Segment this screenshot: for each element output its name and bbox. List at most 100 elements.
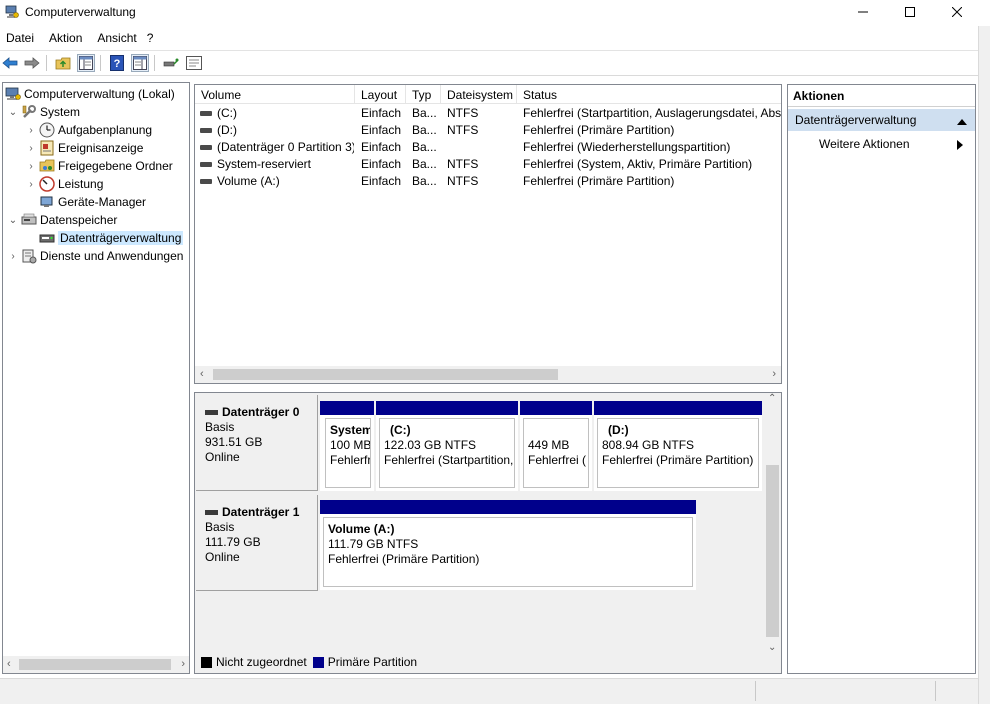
tree-item-leistung[interactable]: › Leistung [25,175,103,193]
connect-icon[interactable] [162,54,180,72]
partition-size: 100 MB [330,438,371,452]
cell-volume: Volume (A:) [217,174,280,188]
action-weitere-aktionen[interactable]: Weitere Aktionen [819,137,969,155]
chevron-right-icon[interactable]: › [25,143,37,154]
tree-horizontal-scrollbar[interactable]: ‹ › [3,656,189,673]
list-horizontal-scrollbar[interactable]: ‹ › [195,366,781,383]
legend: Nicht zugeordnet Primäre Partition [201,655,417,669]
disk-type: Basis [205,520,235,534]
table-row[interactable]: (D:) Einfach Ba... NTFS Fehlerfrei (Prim… [195,122,781,139]
partition-header [376,401,518,415]
tree-item-system[interactable]: ⌄ System [7,103,80,121]
partition-d[interactable]: (D:) 808.94 GB NTFS Fehlerfrei (Primäre … [594,401,762,491]
cell-layout: Einfach [361,106,402,120]
legend-swatch-primary [312,656,324,668]
services-icon [21,248,37,264]
scroll-right-icon[interactable]: › [181,658,185,670]
actions-title: Aktionen [788,85,975,107]
collapse-up-icon[interactable] [957,114,967,128]
table-row[interactable]: Volume (A:) Einfach Ba... NTFS Fehlerfre… [195,173,781,190]
scroll-up-icon[interactable]: ⌃ [768,393,776,404]
partition-a[interactable]: Volume (A:) 111.79 GB NTFS Fehlerfrei (P… [320,500,696,590]
menu-ansicht[interactable]: Ansicht [88,28,142,48]
tree-item-geraete-manager[interactable]: Geräte-Manager [25,193,146,211]
partition-name: Volume (A:) [328,522,395,536]
column-header-dateisystem[interactable]: Dateisystem [441,85,517,104]
partition-status: Fehlerfrei ( [528,453,587,467]
partition-recovery[interactable]: 449 MB Fehlerfrei ( [520,401,592,491]
tree-item-label: Geräte-Manager [58,195,147,209]
column-header-layout[interactable]: Layout [355,85,406,104]
tree-item-label: Aufgabenplanung [58,123,153,137]
minimize-button[interactable] [840,0,886,24]
disk-0-label[interactable]: Datenträger 0 Basis 931.51 GB Online [196,395,318,491]
tree-item-ereignisanzeige[interactable]: › Ereignisanzeige [25,139,143,157]
clock-icon [39,122,55,138]
column-header-status[interactable]: Status [517,85,781,104]
disk-graphical-view: Datenträger 0 Basis 931.51 GB Online Sys… [194,392,782,674]
maximize-button[interactable] [887,0,933,24]
disk-type: Basis [205,420,235,434]
console-tree-icon[interactable] [77,54,95,72]
scroll-thumb[interactable] [766,465,779,637]
help-icon[interactable]: ? [108,54,126,72]
menu-datei[interactable]: Datei [0,28,40,48]
back-arrow-icon[interactable] [1,54,19,72]
table-row[interactable]: System-reserviert Einfach Ba... NTFS Feh… [195,156,781,173]
scroll-left-icon[interactable]: ‹ [7,658,11,670]
shared-folder-icon [39,158,55,174]
cell-dateisystem: NTFS [447,106,479,120]
volume-icon [200,128,212,134]
disk-size: 931.51 GB [205,435,263,449]
submenu-arrow-icon [957,139,963,153]
console-tree: Computerverwaltung (Lokal) ⌄ System › Au… [2,82,190,674]
scroll-right-icon[interactable]: › [772,368,776,380]
scroll-thumb[interactable] [213,369,558,380]
scroll-down-icon[interactable]: ⌄ [768,642,776,653]
status-bar [0,678,978,704]
tree-item-datenspeicher[interactable]: ⌄ Datenspeicher [7,211,118,229]
chevron-down-icon[interactable]: ⌄ [7,215,19,226]
close-button[interactable] [934,0,980,24]
cell-dateisystem: NTFS [447,123,479,137]
chevron-right-icon[interactable]: › [7,251,19,262]
partition-name [528,423,588,438]
column-header-typ[interactable]: Typ [406,85,441,104]
table-row[interactable]: (C:) Einfach Ba... NTFS Fehlerfrei (Star… [195,105,781,122]
partition-system-reserviert[interactable]: System 100 MB Fehlerfr [320,401,374,491]
device-manager-icon [39,194,55,210]
tree-item-dienste-und-anwendungen[interactable]: › Dienste und Anwendungen [7,247,183,265]
tree-item-label: Leistung [58,177,104,191]
disk-1-label[interactable]: Datenträger 1 Basis 111.79 GB Online [196,495,318,591]
tree-item-aufgabenplanung[interactable]: › Aufgabenplanung [25,121,152,139]
forward-arrow-icon[interactable] [23,54,41,72]
disk-vertical-scrollbar[interactable]: ⌃ ⌄ [764,393,781,655]
chevron-right-icon[interactable]: › [25,179,37,190]
column-header-volume[interactable]: Volume [195,85,355,104]
partition-status: Fehlerfrei (Startpartition, [384,453,514,467]
up-folder-icon[interactable] [54,54,72,72]
table-row[interactable]: (Datenträger 0 Partition 3) Einfach Ba..… [195,139,781,156]
menu-help[interactable]: ? [143,28,160,48]
cell-typ: Ba... [412,140,437,154]
legend-swatch-unallocated [201,656,212,668]
scroll-left-icon[interactable]: ‹ [200,368,204,380]
cell-typ: Ba... [412,123,437,137]
tree-item-freigegebene-ordner[interactable]: › Freigegebene Ordner [25,157,172,175]
chevron-down-icon[interactable]: ⌄ [7,107,19,118]
chevron-right-icon[interactable]: › [25,125,37,136]
partition-c[interactable]: (C:) 122.03 GB NTFS Fehlerfrei (Startpar… [376,401,518,491]
actions-group-datentraegerverwaltung[interactable]: Datenträgerverwaltung [788,109,975,131]
cell-typ: Ba... [412,157,437,171]
tree-item-computerverwaltung[interactable]: Computerverwaltung (Lokal) [5,85,175,103]
partition-header [320,500,696,514]
action-pane-icon[interactable] [131,54,149,72]
properties-icon[interactable] [185,54,203,72]
menu-aktion[interactable]: Aktion [40,28,88,48]
scroll-thumb[interactable] [19,659,171,670]
chevron-right-icon[interactable]: › [25,161,37,172]
actions-pane: Aktionen Datenträgerverwaltung Weitere A… [787,84,976,674]
partition-name: (C:) [390,423,411,437]
cell-status: Fehlerfrei (Startpartition, Auslagerungs… [523,106,781,120]
tree-item-datentraegerverwaltung[interactable]: Datenträgerverwaltung [25,229,184,247]
